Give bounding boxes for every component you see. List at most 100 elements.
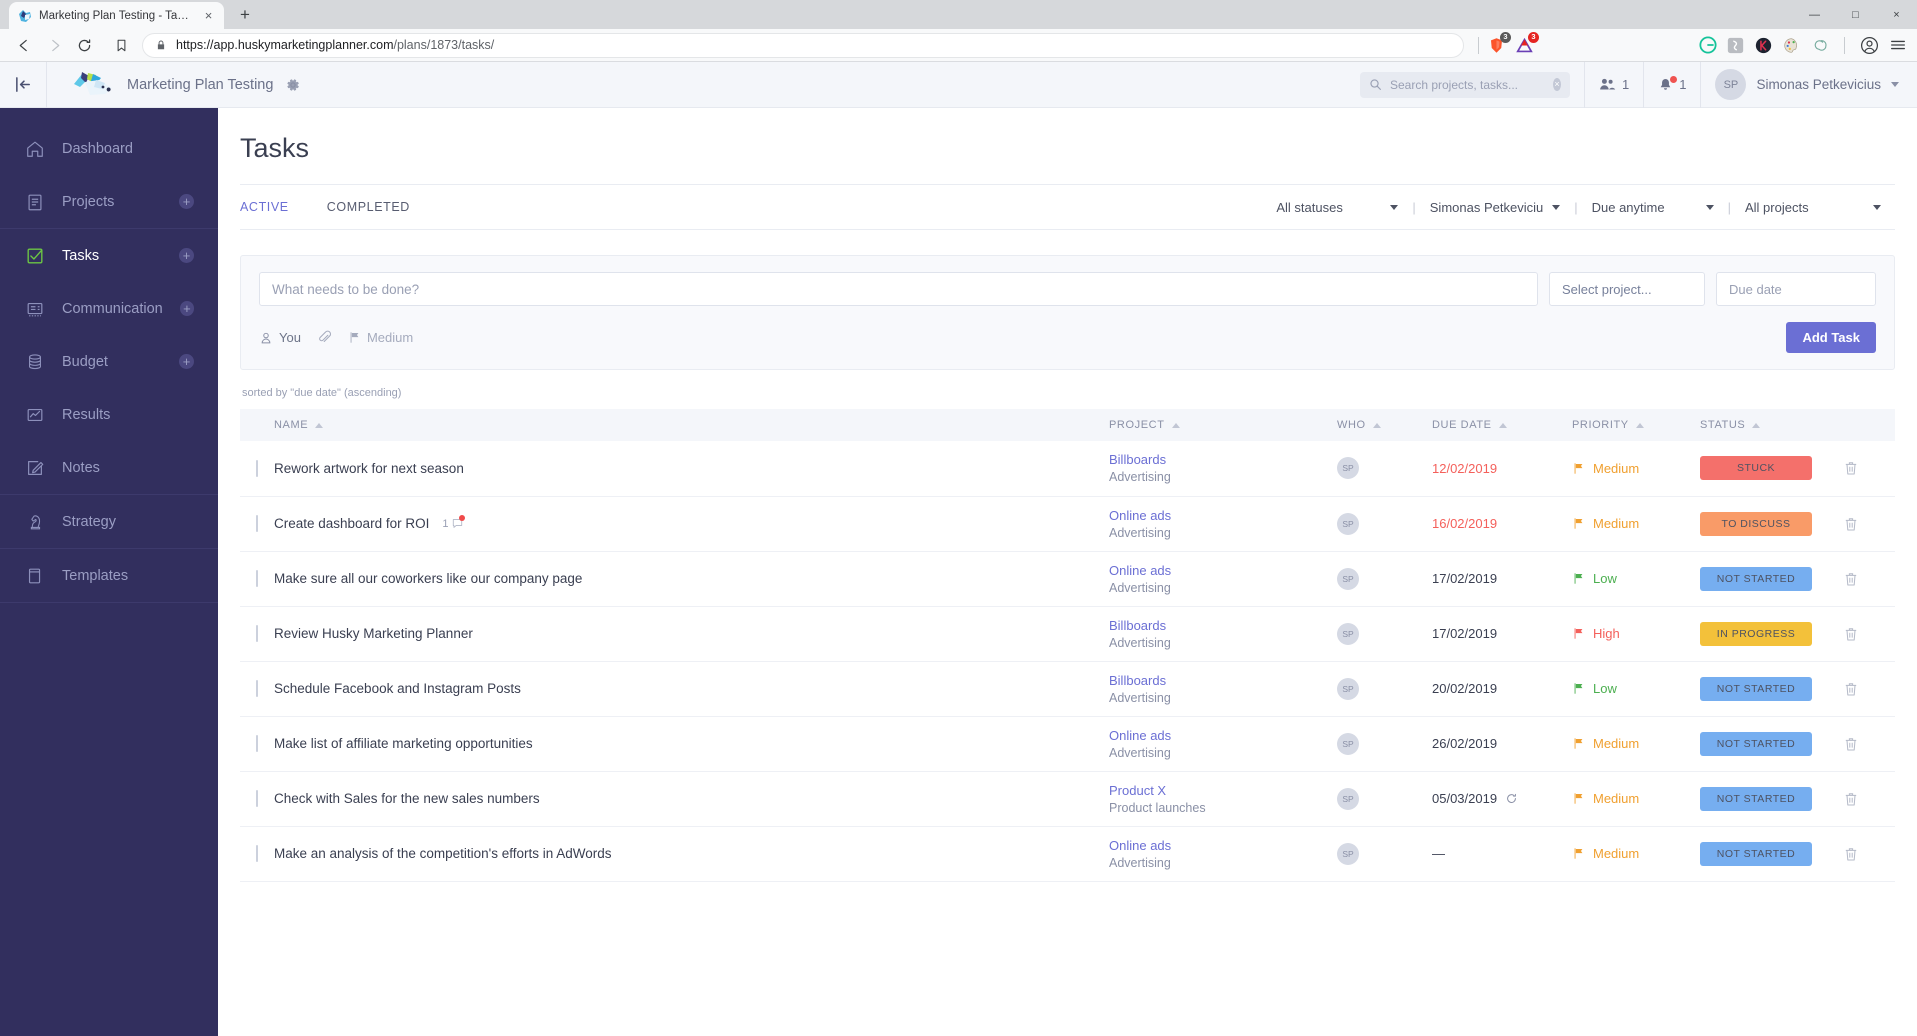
task-due-date[interactable]: 17/02/2019: [1432, 626, 1572, 641]
task-checkbox[interactable]: [256, 845, 258, 862]
sidebar-item-projects[interactable]: Projects +: [0, 175, 218, 228]
task-priority[interactable]: Low: [1572, 571, 1700, 586]
due-filter[interactable]: Due anytime: [1578, 200, 1728, 215]
add-project-button[interactable]: +: [179, 194, 194, 209]
sidebar-item-budget[interactable]: Budget +: [0, 335, 218, 388]
minimize-window-button[interactable]: —: [1794, 0, 1835, 29]
add-task-button[interactable]: Add Task: [1786, 322, 1876, 353]
priority-chip[interactable]: Medium: [348, 330, 413, 345]
task-name[interactable]: Review Husky Marketing Planner: [274, 626, 1109, 641]
maximize-window-button[interactable]: □: [1835, 0, 1876, 29]
table-row[interactable]: Schedule Facebook and Instagram Posts Bi…: [240, 661, 1895, 716]
add-communication-button[interactable]: +: [179, 301, 194, 316]
task-due-date[interactable]: 17/02/2019: [1432, 571, 1572, 586]
table-row[interactable]: Make sure all our coworkers like our com…: [240, 551, 1895, 606]
task-priority[interactable]: Medium: [1572, 516, 1700, 531]
task-checkbox[interactable]: [256, 680, 258, 697]
task-due-date[interactable]: 12/02/2019: [1432, 461, 1572, 476]
tab-completed[interactable]: Completed: [327, 200, 410, 214]
th-priority[interactable]: Priority: [1572, 409, 1700, 441]
extension-gray-icon[interactable]: [1726, 36, 1745, 55]
husky-logo[interactable]: [72, 70, 115, 100]
delete-task-icon[interactable]: [1843, 791, 1895, 807]
assignee-avatar[interactable]: SP: [1337, 512, 1359, 535]
sidebar-item-communication[interactable]: Communication +: [0, 282, 218, 335]
gear-icon[interactable]: [285, 77, 301, 93]
table-row[interactable]: Create dashboard for ROI 1 Online ads Adve…: [240, 496, 1895, 551]
assignee-filter[interactable]: Simonas Petkeviciu: [1416, 200, 1574, 215]
address-bar[interactable]: https://app.huskymarketingplanner.com/pl…: [142, 32, 1464, 58]
status-badge[interactable]: Not started: [1700, 676, 1812, 701]
th-status[interactable]: Status: [1700, 409, 1843, 441]
grammarly-icon[interactable]: [1698, 36, 1717, 55]
reload-icon[interactable]: [70, 31, 98, 59]
adobe-triangle-icon[interactable]: 3: [1515, 31, 1539, 55]
sidebar-item-tasks[interactable]: Tasks +: [0, 229, 218, 282]
assignee-chip[interactable]: You: [259, 330, 301, 345]
sidebar-item-notes[interactable]: Notes: [0, 441, 218, 494]
task-priority[interactable]: Medium: [1572, 791, 1700, 806]
sidebar-item-strategy[interactable]: Strategy: [0, 495, 218, 548]
sidebar-item-dashboard[interactable]: Dashboard: [0, 122, 218, 175]
delete-task-icon[interactable]: [1843, 460, 1895, 476]
assignee-avatar[interactable]: SP: [1337, 787, 1359, 810]
status-badge[interactable]: Not started: [1700, 786, 1812, 811]
task-checkbox[interactable]: [256, 790, 258, 807]
table-row[interactable]: Make an analysis of the competition's ef…: [240, 826, 1895, 881]
task-name[interactable]: Create dashboard for ROI 1: [274, 515, 1109, 531]
team-members-indicator[interactable]: 1: [1583, 61, 1643, 108]
attachment-chip[interactable]: [317, 330, 332, 345]
search-box[interactable]: ×: [1359, 71, 1570, 98]
tab-active[interactable]: Active: [240, 200, 289, 214]
project-link[interactable]: Online ads: [1109, 508, 1337, 523]
search-input[interactable]: [1389, 77, 1545, 92]
add-task-sidebar-button[interactable]: +: [179, 248, 194, 263]
task-name[interactable]: Check with Sales for the new sales numbe…: [274, 791, 1109, 806]
task-priority[interactable]: High: [1572, 626, 1700, 641]
task-checkbox[interactable]: [256, 459, 258, 477]
th-name[interactable]: Name: [274, 409, 1109, 441]
task-name[interactable]: Schedule Facebook and Instagram Posts: [274, 681, 1109, 696]
assignee-avatar[interactable]: SP: [1337, 677, 1359, 700]
project-link[interactable]: Product X: [1109, 783, 1337, 798]
project-link[interactable]: Billboards: [1109, 452, 1337, 467]
task-due-date[interactable]: 20/02/2019: [1432, 681, 1572, 696]
close-tab-icon[interactable]: ×: [201, 8, 216, 23]
user-menu[interactable]: SP Simonas Petkevicius: [1700, 61, 1917, 108]
project-link[interactable]: Online ads: [1109, 838, 1337, 853]
comment-count[interactable]: 1: [442, 515, 466, 530]
task-checkbox[interactable]: [256, 515, 258, 532]
notifications-indicator[interactable]: 1: [1643, 61, 1700, 108]
task-priority[interactable]: Medium: [1572, 461, 1700, 476]
status-badge[interactable]: To discuss: [1700, 511, 1812, 536]
close-window-button[interactable]: ×: [1876, 0, 1917, 29]
project-select[interactable]: Select project...: [1549, 272, 1705, 306]
new-task-input[interactable]: [259, 272, 1538, 306]
openai-spiral-icon[interactable]: [1810, 36, 1829, 55]
status-badge[interactable]: Stuck: [1700, 456, 1812, 481]
task-name[interactable]: Make an analysis of the competition's ef…: [274, 846, 1109, 861]
task-due-date[interactable]: —: [1432, 846, 1572, 861]
add-budget-button[interactable]: +: [179, 354, 194, 369]
delete-task-icon[interactable]: [1843, 736, 1895, 752]
task-checkbox[interactable]: [256, 570, 258, 587]
th-who[interactable]: Who: [1337, 409, 1432, 441]
task-checkbox[interactable]: [256, 735, 258, 752]
task-checkbox[interactable]: [256, 625, 258, 642]
due-date-input[interactable]: [1716, 272, 1876, 306]
project-filter[interactable]: All projects: [1731, 200, 1895, 215]
task-name[interactable]: Make list of affiliate marketing opportu…: [274, 736, 1109, 751]
status-filter[interactable]: All statuses: [1262, 200, 1412, 215]
task-name[interactable]: Rework artwork for next season: [274, 461, 1109, 476]
task-priority[interactable]: Medium: [1572, 846, 1700, 861]
sidebar-item-results[interactable]: Results: [0, 388, 218, 441]
task-name[interactable]: Make sure all our coworkers like our com…: [274, 571, 1109, 586]
task-due-date[interactable]: 05/03/2019: [1432, 791, 1572, 806]
assignee-avatar[interactable]: SP: [1337, 732, 1359, 755]
chevron-down-icon[interactable]: [1891, 82, 1899, 87]
table-row[interactable]: Review Husky Marketing Planner Billboard…: [240, 606, 1895, 661]
assignee-avatar[interactable]: SP: [1337, 567, 1359, 590]
assignee-avatar[interactable]: SP: [1337, 622, 1359, 645]
assignee-avatar[interactable]: SP: [1337, 842, 1359, 865]
delete-task-icon[interactable]: [1843, 846, 1895, 862]
